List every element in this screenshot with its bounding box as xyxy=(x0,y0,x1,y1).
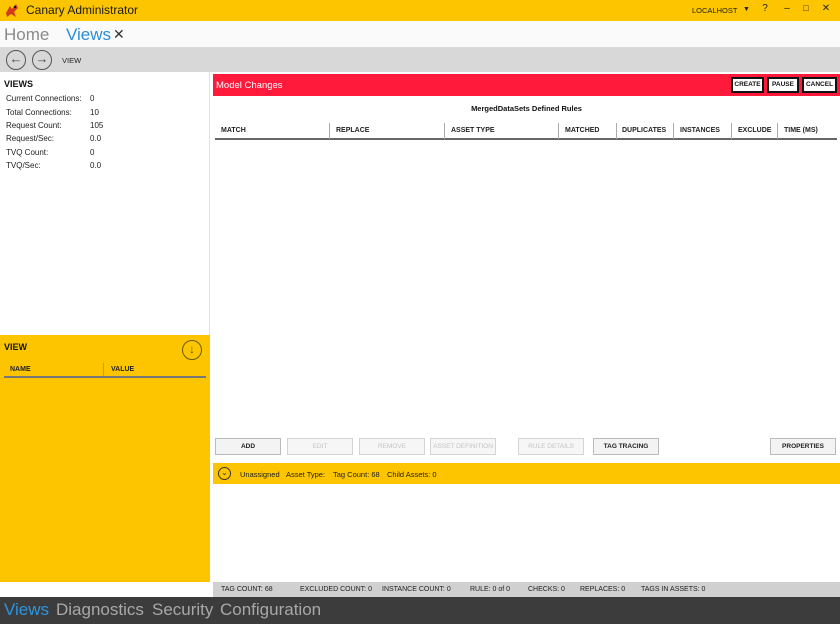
stat-value: 0 xyxy=(90,94,95,103)
column-divider xyxy=(558,123,559,139)
stat-label: Current Connections: xyxy=(6,94,82,103)
column-divider xyxy=(329,123,330,139)
tab-views[interactable]: Views xyxy=(66,25,111,45)
stat-label: Total Connections: xyxy=(6,108,72,117)
create-button[interactable]: CREATE xyxy=(731,77,764,93)
stat-label: TVQ/Sec: xyxy=(6,161,41,170)
asset-child-assets: Child Assets: 0 xyxy=(387,470,437,479)
stat-row: TVQ/Sec: 0.0 xyxy=(6,161,101,170)
stat-value: 0 xyxy=(90,148,95,157)
column-divider xyxy=(777,123,778,139)
close-window-button[interactable]: ✕ xyxy=(819,3,833,14)
column-header-asset-type[interactable]: ASSET TYPE xyxy=(451,127,495,134)
close-tab-icon[interactable]: ✕ xyxy=(113,26,125,43)
column-header-instances[interactable]: INSTANCES xyxy=(680,127,720,134)
column-header-value[interactable]: VALUE xyxy=(111,366,134,373)
status-rule: RULE: 0 of 0 xyxy=(470,586,511,593)
column-header-exclude[interactable]: EXCLUDE xyxy=(738,127,771,134)
add-button[interactable]: ADD xyxy=(215,438,281,455)
view-table-header: NAME VALUE xyxy=(4,361,206,378)
nav-configuration[interactable]: Configuration xyxy=(220,600,321,620)
tab-home[interactable]: Home xyxy=(4,25,49,45)
nav-diagnostics[interactable]: Diagnostics xyxy=(56,600,144,620)
asset-type-label: Asset Type: xyxy=(286,470,326,479)
properties-button[interactable]: PROPERTIES xyxy=(770,438,836,455)
nav-security[interactable]: Security xyxy=(152,600,213,620)
status-tags-in-assets: TAGS IN ASSETS: 0 xyxy=(641,586,706,593)
status-instance-count: INSTANCE COUNT: 0 xyxy=(382,586,451,593)
asset-summary-bar[interactable]: ⌄ Unassigned Asset Type: Tag Count: 68 C… xyxy=(213,463,840,484)
edit-button[interactable]: EDIT xyxy=(287,438,353,455)
views-title: VIEWS xyxy=(4,79,34,89)
status-replaces: REPLACES: 0 xyxy=(580,586,626,593)
caret-down-icon[interactable]: ▼ xyxy=(743,6,750,13)
column-divider xyxy=(616,123,617,139)
stat-value: 0.0 xyxy=(90,161,102,170)
arrow-left-icon[interactable]: ← xyxy=(6,50,26,70)
stat-value: 105 xyxy=(90,121,104,130)
stat-value: 0.0 xyxy=(90,134,102,143)
column-header-name[interactable]: NAME xyxy=(10,366,31,373)
column-header-matched[interactable]: MATCHED xyxy=(565,127,599,134)
stat-label: TVQ Count: xyxy=(6,148,49,157)
status-checks: CHECKS: 0 xyxy=(528,586,565,593)
rule-details-button[interactable]: RULE DETAILS xyxy=(518,438,584,455)
stat-row: Request/Sec: 0.0 xyxy=(6,134,101,143)
minimize-button[interactable]: – xyxy=(780,3,794,14)
column-header-duplicates[interactable]: DUPLICATES xyxy=(622,127,666,134)
column-divider xyxy=(673,123,674,139)
maximize-button[interactable]: □ xyxy=(799,3,813,13)
column-divider xyxy=(103,363,104,376)
server-selector[interactable]: LOCALHOST xyxy=(692,6,737,15)
stat-value: 10 xyxy=(90,108,99,117)
download-icon[interactable]: ↓ xyxy=(182,340,202,360)
asset-definition-button[interactable]: ASSET DEFINITION xyxy=(430,438,496,455)
stat-row: Request Count: 105 xyxy=(6,121,103,130)
status-tag-count: TAG COUNT: 68 xyxy=(221,586,273,593)
stat-row: Current Connections: 0 xyxy=(6,94,94,103)
view-properties-panel: VIEW ↓ NAME VALUE xyxy=(0,335,210,582)
model-changes-header: Model Changes CREATE PAUSE CANCEL xyxy=(213,74,840,96)
column-header-time[interactable]: TIME (MS) xyxy=(784,127,818,134)
arrow-right-icon[interactable]: → xyxy=(32,50,52,70)
column-divider xyxy=(731,123,732,139)
breadcrumb: VIEW xyxy=(62,56,82,65)
stat-label: Request Count: xyxy=(6,121,62,130)
column-divider xyxy=(444,123,445,139)
stat-row: Total Connections: 10 xyxy=(6,108,99,117)
rules-table-header: MATCH REPLACE ASSET TYPE MATCHED DUPLICA… xyxy=(215,123,837,140)
stat-row: TVQ Count: 0 xyxy=(6,148,94,157)
chevron-down-icon[interactable]: ⌄ xyxy=(218,467,231,480)
title-bar: Canary Administrator LOCALHOST ▼ ? – □ ✕ xyxy=(0,0,840,21)
remove-button[interactable]: REMOVE xyxy=(359,438,425,455)
column-header-match[interactable]: MATCH xyxy=(221,127,246,134)
navigation-bar: ← → VIEW xyxy=(0,47,840,72)
page-title: Model Changes xyxy=(216,80,283,91)
canary-logo-icon xyxy=(6,4,18,17)
tag-tracing-button[interactable]: TAG TRACING xyxy=(593,438,659,455)
pause-button[interactable]: PAUSE xyxy=(767,77,799,93)
stat-label: Request/Sec: xyxy=(6,134,55,143)
app-title: Canary Administrator xyxy=(26,3,139,17)
bottom-navigation: Views Diagnostics Security Configuration xyxy=(0,597,840,624)
help-icon[interactable]: ? xyxy=(758,3,772,14)
column-header-replace[interactable]: REPLACE xyxy=(336,127,369,134)
tab-bar: Home Views ✕ xyxy=(0,21,840,47)
status-excluded-count: EXCLUDED COUNT: 0 xyxy=(300,586,372,593)
view-title: VIEW xyxy=(4,342,28,352)
status-bar: TAG COUNT: 68 EXCLUDED COUNT: 0 INSTANCE… xyxy=(213,582,840,597)
rules-title: MergedDataSets Defined Rules xyxy=(471,104,582,113)
asset-tag-count: Tag Count: 68 xyxy=(333,470,380,479)
asset-name: Unassigned xyxy=(240,470,280,479)
nav-views[interactable]: Views xyxy=(4,600,49,620)
cancel-button[interactable]: CANCEL xyxy=(802,77,837,93)
